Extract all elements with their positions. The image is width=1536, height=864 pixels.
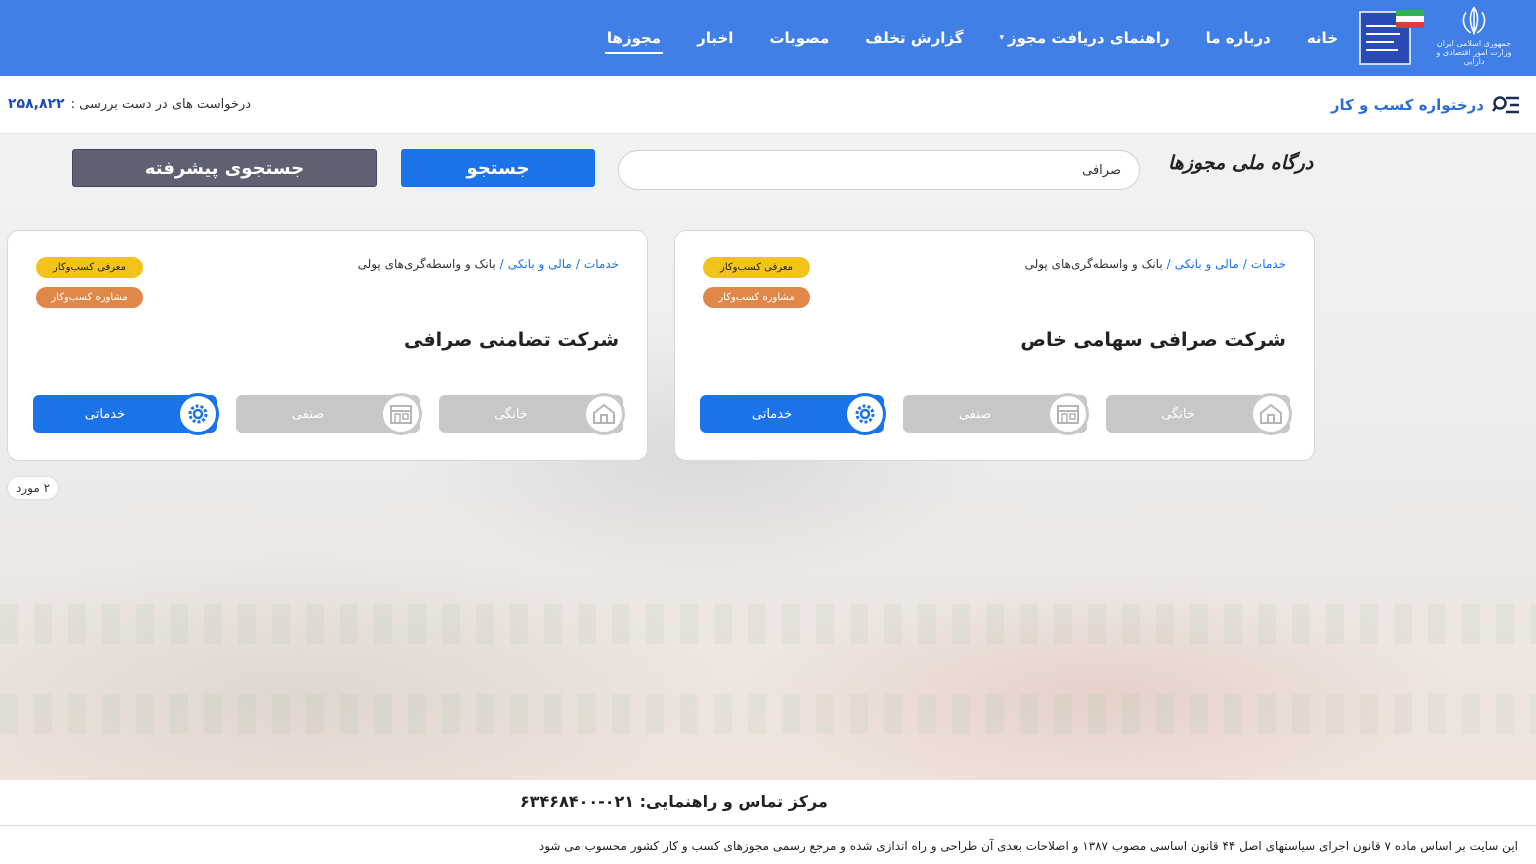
crumb-current: بانک و واسطه‌گری‌های پولی bbox=[357, 257, 496, 271]
crumb-separator: / bbox=[499, 257, 504, 271]
type-home-button[interactable]: خانگی bbox=[439, 393, 625, 435]
nav-resolutions-label: مصوبات bbox=[769, 29, 830, 47]
gear-icon bbox=[844, 393, 886, 435]
crumb-link[interactable]: مالی و بانکی bbox=[1175, 257, 1239, 271]
biz-tree-link[interactable]: درختواره کسب و کار bbox=[1331, 94, 1520, 116]
legal-bar: این سایت بر اساس ماده ۷ قانون اجرای سیاس… bbox=[0, 827, 1536, 864]
nav-news[interactable]: اخبار bbox=[679, 0, 751, 76]
shop-icon bbox=[380, 393, 422, 435]
biz-tree-label: درختواره کسب و کار bbox=[1330, 96, 1484, 114]
contact-bar: مرکز تماس و راهنمایی: ۰۲۱-۶۳۴۶۸۴۰۰ bbox=[0, 780, 1536, 826]
sub-bar: درختواره کسب و کار درخواست های در دست بر… bbox=[0, 76, 1536, 134]
type-home-label: خانگی bbox=[1161, 406, 1195, 422]
caret-down-icon: ▾ bbox=[999, 33, 1004, 43]
portal-title: درگاه ملی مجوزها bbox=[1168, 152, 1314, 174]
crumb-separator: / bbox=[575, 257, 580, 271]
crumb-current: بانک و واسطه‌گری‌های پولی bbox=[1024, 257, 1163, 271]
result-card[interactable]: خدمات / مالی و بانکی / بانک و واسطه‌گری‌… bbox=[7, 230, 648, 461]
iran-emblem-logo[interactable]: جمهوری اسلامی ایران وزارت امور اقتصادی و… bbox=[1436, 6, 1512, 66]
card-title[interactable]: شرکت تضامنی صرافی bbox=[404, 329, 619, 351]
crumb-link[interactable]: خدمات bbox=[1251, 257, 1286, 271]
contact-center: مرکز تماس و راهنمایی: ۰۲۱-۶۳۴۶۸۴۰۰ bbox=[520, 792, 828, 811]
nav-report-label: گزارش تخلف bbox=[865, 29, 964, 47]
house-icon bbox=[1250, 393, 1292, 435]
type-service-label: خدماتی bbox=[751, 406, 793, 422]
type-service-label: خدماتی bbox=[84, 406, 126, 422]
ministry-flag-icon bbox=[1359, 10, 1424, 65]
legal-notice: این سایت بر اساس ماده ۷ قانون اجرای سیاس… bbox=[538, 839, 1518, 853]
type-service-button[interactable]: خدماتی bbox=[33, 393, 219, 435]
nav-licenses-label: مجوزها bbox=[606, 29, 662, 47]
ministry-logo[interactable] bbox=[1358, 6, 1426, 66]
search-list-icon bbox=[1492, 96, 1519, 114]
nav-resolutions[interactable]: مصوبات bbox=[751, 0, 847, 76]
search-input[interactable] bbox=[618, 150, 1140, 190]
background-decoration bbox=[0, 694, 1536, 734]
tag-consult[interactable]: مشاوره کسب‌وکار bbox=[703, 287, 810, 308]
type-industry-button[interactable]: صنفی bbox=[236, 393, 422, 435]
house-icon bbox=[583, 393, 625, 435]
crumb-separator: / bbox=[1166, 257, 1171, 271]
main-nav: خانه درباره ما راهنمای دریافت مجوز ▾ گزار… bbox=[589, 0, 1356, 76]
advanced-search-button[interactable]: جستجوی پیشرفته bbox=[72, 149, 377, 187]
type-industry-label: صنفی bbox=[958, 406, 992, 422]
type-industry-button[interactable]: صنفی bbox=[903, 393, 1089, 435]
crumb-link[interactable]: خدمات bbox=[584, 257, 619, 271]
tag-consult[interactable]: مشاوره کسب‌وکار bbox=[36, 287, 143, 308]
nav-report-violation[interactable]: گزارش تخلف bbox=[847, 0, 981, 76]
nav-license-guide-label: راهنمای دریافت مجوز bbox=[1007, 29, 1170, 47]
result-count-badge: ۲ مورد bbox=[7, 476, 60, 500]
nav-about[interactable]: درباره ما bbox=[1188, 0, 1289, 76]
type-service-button[interactable]: خدماتی bbox=[700, 393, 886, 435]
tag-intro[interactable]: معرفی کسب‌وکار bbox=[36, 257, 143, 278]
emblem-caption: جمهوری اسلامی ایران وزارت امور اقتصادی و… bbox=[1436, 39, 1512, 66]
gear-icon bbox=[177, 393, 219, 435]
nav-licenses[interactable]: مجوزها bbox=[589, 0, 679, 76]
pending-requests: درخواست های در دست بررسی : ۲۵۸,۸۲۲ bbox=[8, 96, 251, 112]
card-title[interactable]: شرکت صرافی سهامی خاص bbox=[1020, 329, 1286, 351]
crumb-link[interactable]: مالی و بانکی bbox=[508, 257, 572, 271]
nav-about-label: درباره ما bbox=[1205, 29, 1271, 47]
type-industry-label: صنفی bbox=[291, 406, 325, 422]
pending-label: درخواست های در دست بررسی : bbox=[70, 96, 252, 112]
nav-license-guide[interactable]: راهنمای دریافت مجوز ▾ bbox=[981, 0, 1187, 76]
breadcrumb: خدمات / مالی و بانکی / بانک و واسطه‌گری‌… bbox=[358, 257, 619, 271]
main-content: درگاه ملی مجوزها جستجو جستجوی پیشرفته خد… bbox=[0, 134, 1536, 780]
breadcrumb: خدمات / مالی و بانکی / بانک و واسطه‌گری‌… bbox=[1025, 257, 1286, 271]
tag-intro[interactable]: معرفی کسب‌وکار bbox=[703, 257, 810, 278]
shop-icon bbox=[1047, 393, 1089, 435]
type-home-button[interactable]: خانگی bbox=[1106, 393, 1292, 435]
type-home-label: خانگی bbox=[494, 406, 528, 422]
nav-news-label: اخبار bbox=[697, 29, 734, 47]
logo-group: جمهوری اسلامی ایران وزارت امور اقتصادی و… bbox=[1358, 4, 1512, 68]
pending-count: ۲۵۸,۸۲۲ bbox=[8, 96, 65, 112]
crumb-separator: / bbox=[1242, 257, 1247, 271]
search-button[interactable]: جستجو bbox=[401, 149, 595, 187]
emblem-icon bbox=[1462, 6, 1486, 35]
nav-home-label: خانه bbox=[1306, 29, 1338, 47]
result-card[interactable]: خدمات / مالی و بانکی / بانک و واسطه‌گری‌… bbox=[674, 230, 1315, 461]
top-navbar: جمهوری اسلامی ایران وزارت امور اقتصادی و… bbox=[0, 0, 1536, 76]
background-decoration bbox=[0, 604, 1536, 644]
nav-home[interactable]: خانه bbox=[1289, 0, 1356, 76]
